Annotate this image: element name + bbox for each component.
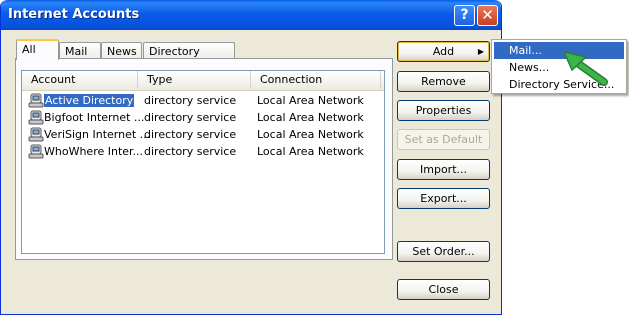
import-button[interactable]: Import... <box>397 159 490 180</box>
window-title: Internet Accounts <box>8 7 140 22</box>
account-name: Active Directory <box>44 94 135 107</box>
table-row[interactable]: WhoWhere Inter... directory service Local … <box>22 143 384 160</box>
set-order-button[interactable]: Set Order... <box>397 241 490 262</box>
account-type: directory service <box>144 111 237 124</box>
tab-all[interactable]: All <box>16 39 59 60</box>
accounts-list[interactable]: Account Type Connection Active Directory… <box>21 70 385 254</box>
account-connection: Local Area Network <box>257 128 364 141</box>
account-name: VeriSign Internet ... <box>44 128 151 141</box>
set-as-default-button[interactable]: Set as Default <box>397 129 490 150</box>
close-button[interactable]: Close <box>397 279 490 300</box>
close-window-button[interactable]: ✕ <box>477 5 498 26</box>
export-button[interactable]: Export... <box>397 188 490 209</box>
internet-accounts-window: Internet Accounts ? ✕ All Mail News Dire… <box>0 0 502 315</box>
directory-service-icon <box>28 144 44 159</box>
account-type: directory service <box>144 94 237 107</box>
properties-button[interactable]: Properties <box>397 100 490 121</box>
column-header-account[interactable]: Account <box>22 71 138 89</box>
column-header-connection[interactable]: Connection <box>251 71 381 89</box>
table-row[interactable]: Active Directory directory service Local A… <box>22 92 384 109</box>
add-button-label: Add <box>432 45 455 58</box>
account-name: Bigfoot Internet ... <box>44 111 145 124</box>
green-arrow-icon <box>562 50 608 86</box>
help-button[interactable]: ? <box>454 5 475 26</box>
directory-service-icon <box>28 127 44 142</box>
title-bar[interactable]: Internet Accounts ? ✕ <box>1 0 501 30</box>
account-name: WhoWhere Inter... <box>44 145 144 158</box>
table-row[interactable]: VeriSign Internet ... directory service Lo… <box>22 126 384 143</box>
directory-service-icon <box>28 93 44 108</box>
account-connection: Local Area Network <box>257 111 364 124</box>
account-connection: Local Area Network <box>257 145 364 158</box>
remove-button[interactable]: Remove <box>397 71 490 92</box>
directory-service-icon <box>28 110 44 125</box>
account-type: directory service <box>144 145 237 158</box>
table-row[interactable]: Bigfoot Internet ... directory service Loc… <box>22 109 384 126</box>
account-connection: Local Area Network <box>257 94 364 107</box>
add-button[interactable]: Add ▶ <box>397 41 490 62</box>
column-header-type[interactable]: Type <box>138 71 251 89</box>
submenu-arrow-icon: ▶ <box>477 47 484 56</box>
account-type: directory service <box>144 128 237 141</box>
list-header: Account Type Connection <box>22 71 384 91</box>
